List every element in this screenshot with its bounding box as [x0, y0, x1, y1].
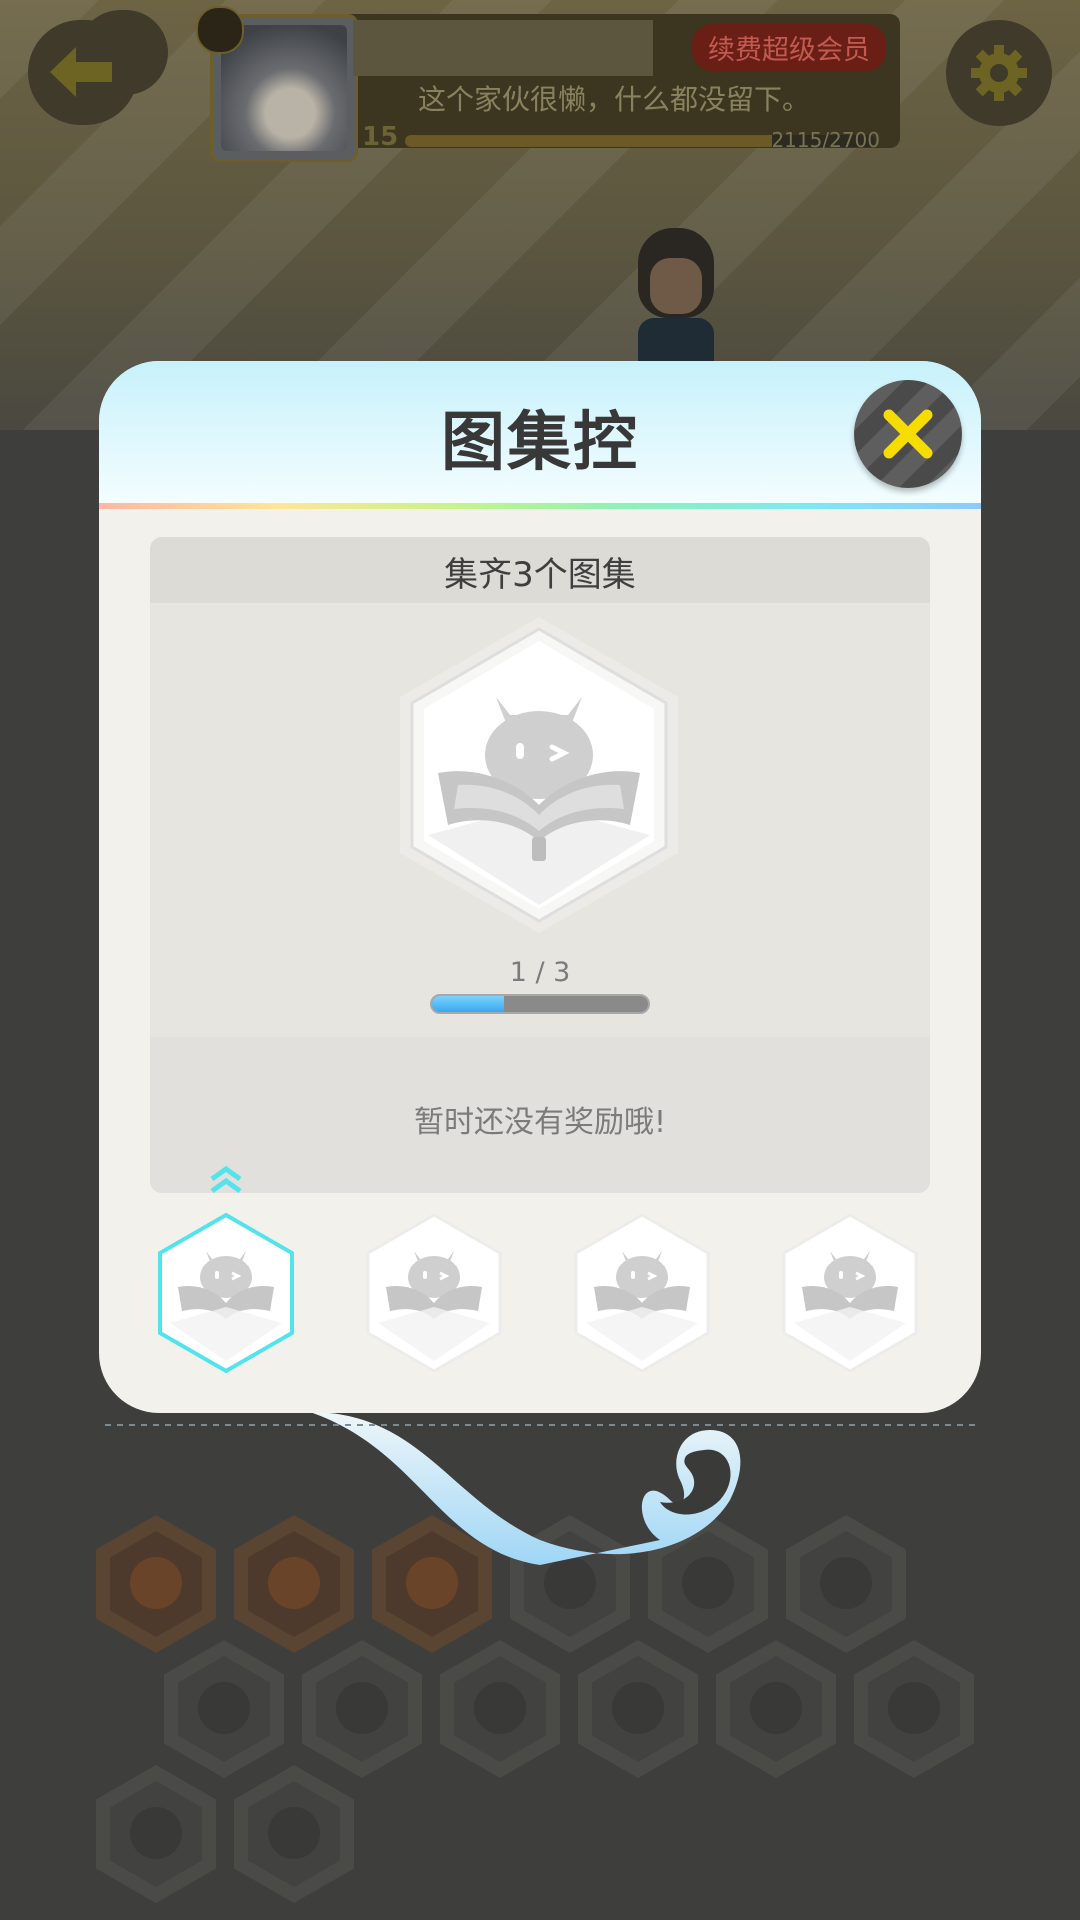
book-fox-tier-icon — [574, 1213, 710, 1373]
tier-badge-4[interactable] — [780, 1211, 920, 1376]
goal-text: 集齐3个图集 — [444, 555, 636, 595]
progress-bar — [430, 994, 650, 1014]
exp-text: 2115/2700 — [771, 128, 880, 152]
book-fox-tier-icon — [782, 1213, 918, 1373]
renew-super-member-button[interactable]: 续费超级会员 — [692, 24, 886, 71]
settings-button[interactable] — [946, 20, 1052, 126]
tier-badge-3[interactable] — [572, 1211, 712, 1376]
speech-swirl — [310, 1412, 741, 1565]
divider-line — [105, 1424, 975, 1426]
progress-text: 1 / 3 — [509, 957, 571, 988]
arrow-left-icon — [50, 47, 112, 97]
book-fox-tier-icon — [366, 1213, 502, 1373]
reward-text: 暂时还没有奖励哦! — [413, 1105, 667, 1140]
tier-badge-1[interactable] — [156, 1165, 296, 1376]
close-x-icon — [883, 409, 933, 459]
vip-icon — [196, 6, 244, 54]
achievement-modal: 图集控 集齐3个图集 1 / 3 暂时还没有奖励哦! — [99, 361, 981, 1413]
gear-icon — [971, 45, 1027, 101]
tier-badge-2[interactable] — [364, 1211, 504, 1376]
reward-area: 暂时还没有奖励哦! — [150, 1037, 930, 1193]
book-fox-badge-icon — [400, 617, 678, 933]
rainbow-divider — [99, 503, 981, 509]
username-field — [353, 20, 653, 76]
book-fox-tier-icon — [158, 1212, 294, 1374]
back-button[interactable] — [28, 20, 138, 125]
modal-title: 图集控 — [441, 406, 639, 480]
selected-chevron-icon — [210, 1165, 242, 1194]
close-button[interactable] — [854, 380, 962, 488]
achievement-detail-panel: 集齐3个图集 1 / 3 暂时还没有奖励哦! — [150, 537, 930, 1193]
profile-signature: 这个家伙很懒，什么都没留下。 — [418, 83, 811, 116]
profile-card: 续费超级会员 这个家伙很懒，什么都没留下。 15 2115/2700 — [196, 6, 900, 162]
player-character — [620, 218, 730, 378]
level-number: 15 — [362, 122, 399, 152]
